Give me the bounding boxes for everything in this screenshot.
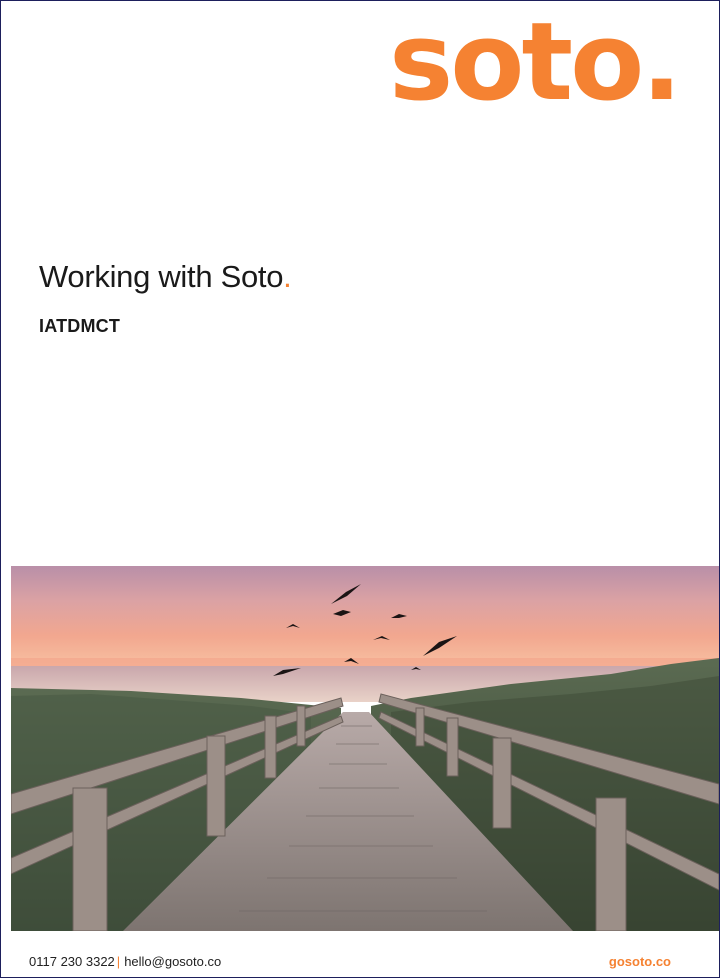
footer-contact: 0117 230 3322 | hello@gosoto.co xyxy=(29,954,221,969)
title-accent-dot: . xyxy=(283,259,292,294)
page-title: Working with Soto. xyxy=(39,259,292,295)
footer-separator: | xyxy=(116,954,121,969)
document-page: soto. Working with Soto. IATDMCT 0117 23… xyxy=(0,0,720,978)
soto-logo: soto. xyxy=(389,0,682,125)
title-text: Working with Soto xyxy=(39,259,284,294)
page-subtitle: IATDMCT xyxy=(39,316,121,336)
footer-phone: 0117 230 3322 xyxy=(29,954,115,969)
footer-website[interactable]: gosoto.co xyxy=(609,954,671,969)
page-footer: 0117 230 3322 | hello@gosoto.co gosoto.co xyxy=(1,954,719,972)
cover-photo-boardwalk xyxy=(11,566,719,931)
footer-email[interactable]: hello@gosoto.co xyxy=(124,954,221,969)
